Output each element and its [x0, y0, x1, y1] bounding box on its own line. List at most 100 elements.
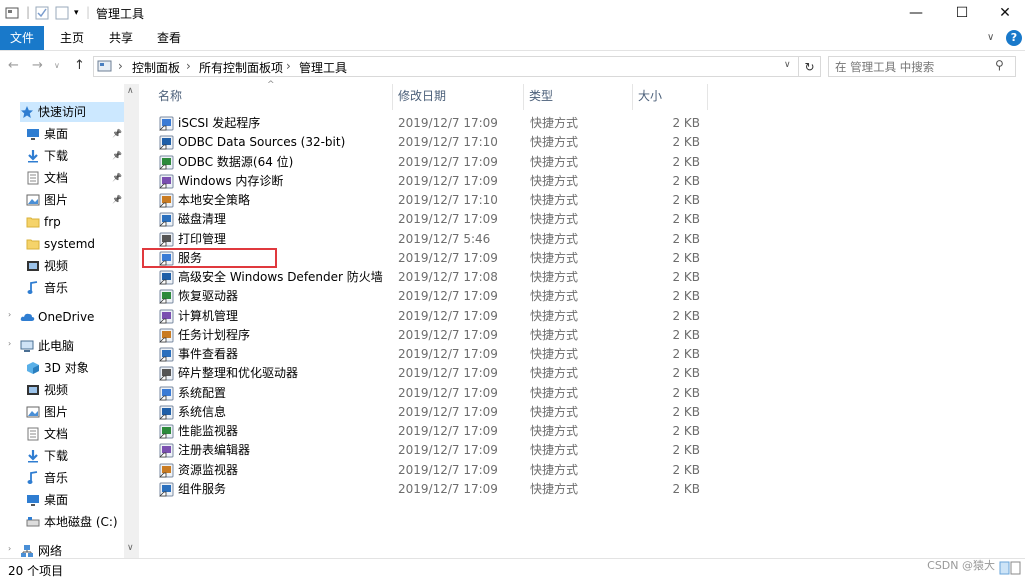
- file-name: 碎片整理和优化驱动器: [178, 364, 298, 383]
- expand-chevron-icon[interactable]: ›: [8, 310, 11, 319]
- pin-icon[interactable]: 📌: [112, 190, 122, 210]
- scroll-up-icon[interactable]: ∧: [127, 86, 134, 96]
- file-row[interactable]: Windows 内存诊断2019/12/7 17:09快捷方式2 KB: [157, 172, 707, 191]
- file-row[interactable]: 打印管理2019/12/7 5:46快捷方式2 KB: [157, 230, 707, 249]
- pin-icon[interactable]: 📌: [112, 124, 122, 144]
- quick-access-dropdown-icon[interactable]: ▾: [74, 8, 79, 24]
- file-row[interactable]: 本地安全策略2019/12/7 17:10快捷方式2 KB: [157, 191, 707, 210]
- up-arrow-icon[interactable]: ↑: [74, 58, 85, 73]
- file-row[interactable]: 高级安全 Windows Defender 防火墙2019/12/7 17:08…: [157, 268, 707, 287]
- scroll-down-icon[interactable]: ∨: [127, 543, 134, 553]
- navigation-pane: 快速访问桌面📌下载📌文档📌图片📌frpsystemd视频音乐OneDrive此电…: [0, 84, 140, 558]
- pin-icon[interactable]: 📌: [112, 146, 122, 166]
- quick-access-folder-icon[interactable]: [54, 5, 70, 21]
- file-row[interactable]: 磁盘清理2019/12/7 17:09快捷方式2 KB: [157, 210, 707, 229]
- file-row[interactable]: 系统信息2019/12/7 17:09快捷方式2 KB: [157, 403, 707, 422]
- file-size: 2 KB: [635, 191, 700, 210]
- column-divider[interactable]: [523, 84, 524, 110]
- tab-view[interactable]: 查看: [157, 26, 181, 50]
- column-header-name[interactable]: 名称: [158, 84, 182, 110]
- title-bar: | ▾ | 管理工具 — ☐ ✕: [0, 0, 1025, 26]
- breadcrumb-control-panel[interactable]: 控制面板: [132, 59, 180, 76]
- file-type: 快捷方式: [530, 210, 578, 229]
- close-button[interactable]: ✕: [982, 0, 1025, 26]
- address-dropdown-icon[interactable]: ∨: [784, 60, 791, 70]
- file-date: 2019/12/7 17:09: [398, 172, 498, 191]
- iscsi-icon: [159, 116, 174, 131]
- expand-chevron-icon[interactable]: ›: [8, 544, 11, 553]
- file-date: 2019/12/7 17:09: [398, 287, 498, 306]
- ribbon-tabs: 文件 主页 共享 查看 ∨ ?: [0, 26, 1025, 51]
- file-row[interactable]: 任务计划程序2019/12/7 17:09快捷方式2 KB: [157, 326, 707, 345]
- quick-access-properties-icon[interactable]: [4, 5, 20, 21]
- file-row[interactable]: 资源监视器2019/12/7 17:09快捷方式2 KB: [157, 461, 707, 480]
- star-icon: [20, 105, 34, 119]
- quick-access-check-icon[interactable]: [34, 5, 50, 21]
- file-date: 2019/12/7 17:09: [398, 403, 498, 422]
- status-bar: 20 个项目: [0, 558, 1025, 581]
- file-row[interactable]: 注册表编辑器2019/12/7 17:09快捷方式2 KB: [157, 441, 707, 460]
- search-input[interactable]: [835, 59, 985, 74]
- file-date: 2019/12/7 5:46: [398, 230, 490, 249]
- file-row[interactable]: 恢复驱动器2019/12/7 17:09快捷方式2 KB: [157, 287, 707, 306]
- sidebar-item-label: 桌面: [44, 490, 68, 510]
- file-type: 快捷方式: [530, 191, 578, 210]
- recent-locations-chevron-icon[interactable]: ∨: [54, 61, 60, 70]
- file-row[interactable]: 碎片整理和优化驱动器2019/12/7 17:09快捷方式2 KB: [157, 364, 707, 383]
- column-header-date[interactable]: 修改日期: [398, 84, 446, 110]
- help-icon[interactable]: ?: [1006, 30, 1022, 46]
- sidebar-item-label: 下载: [44, 146, 68, 166]
- forward-arrow-icon[interactable]: →: [32, 58, 43, 73]
- search-icon[interactable]: ⚲: [995, 58, 1004, 72]
- file-row[interactable]: 计算机管理2019/12/7 17:09快捷方式2 KB: [157, 307, 707, 326]
- file-row[interactable]: ODBC 数据源(64 位)2019/12/7 17:09快捷方式2 KB: [157, 153, 707, 172]
- file-row[interactable]: 性能监视器2019/12/7 17:09快捷方式2 KB: [157, 422, 707, 441]
- odbc-icon: [159, 135, 174, 150]
- file-size: 2 KB: [635, 307, 700, 326]
- file-date: 2019/12/7 17:09: [398, 422, 498, 441]
- minimize-button[interactable]: —: [893, 0, 939, 26]
- sidebar-item-label: 视频: [44, 256, 68, 276]
- tab-home[interactable]: 主页: [60, 26, 84, 50]
- file-date: 2019/12/7 17:09: [398, 345, 498, 364]
- nav-scrollbar[interactable]: ∧ ∨: [124, 84, 139, 558]
- file-name: ODBC Data Sources (32-bit): [178, 133, 345, 152]
- column-divider[interactable]: [392, 84, 393, 110]
- breadcrumb-admin-tools[interactable]: 管理工具: [299, 59, 347, 76]
- address-bar[interactable]: › 控制面板 › 所有控制面板项 › 管理工具 ∨: [93, 56, 799, 77]
- pin-icon[interactable]: 📌: [112, 168, 122, 188]
- column-divider[interactable]: [632, 84, 633, 110]
- sidebar-item-label: frp: [44, 212, 61, 232]
- expand-chevron-icon[interactable]: ›: [8, 339, 11, 348]
- address-row: ← → ∨ ↑ › 控制面板 › 所有控制面板项 › 管理工具 ∨ ↻ ⚲: [0, 51, 1025, 81]
- tab-share[interactable]: 共享: [109, 26, 133, 50]
- disk-cleanup-icon: [159, 212, 174, 227]
- sidebar-item[interactable]: 快速访问: [20, 102, 125, 122]
- file-row[interactable]: 组件服务2019/12/7 17:09快捷方式2 KB: [157, 480, 707, 499]
- download-icon: [26, 449, 40, 463]
- back-arrow-icon[interactable]: ←: [8, 58, 19, 73]
- view-toggle[interactable]: [999, 560, 1021, 576]
- refresh-button[interactable]: ↻: [799, 56, 821, 77]
- security-policy-icon: [159, 193, 174, 208]
- desktop-icon: [26, 127, 40, 141]
- file-row[interactable]: ODBC Data Sources (32-bit) 2019/12/7 17:1…: [157, 133, 707, 152]
- ribbon-expand-chevron-icon[interactable]: ∨: [987, 26, 994, 50]
- breadcrumb-all-items[interactable]: 所有控制面板项: [199, 59, 283, 76]
- file-row[interactable]: iSCSI 发起程序2019/12/7 17:09快捷方式2 KB: [157, 114, 707, 133]
- tab-file[interactable]: 文件: [0, 26, 44, 50]
- picture-icon: [26, 405, 40, 419]
- column-divider[interactable]: [707, 84, 708, 110]
- file-type: 快捷方式: [530, 133, 578, 152]
- file-type: 快捷方式: [530, 153, 578, 172]
- column-header-type[interactable]: 类型: [529, 84, 553, 110]
- file-row[interactable]: 事件查看器2019/12/7 17:09快捷方式2 KB: [157, 345, 707, 364]
- firewall-icon: [159, 270, 174, 285]
- sidebar-item-label: 视频: [44, 380, 68, 400]
- search-box[interactable]: ⚲: [828, 56, 1016, 77]
- column-header-size[interactable]: 大小: [638, 84, 662, 110]
- maximize-button[interactable]: ☐: [939, 0, 985, 26]
- music-icon: [26, 471, 40, 485]
- file-row[interactable]: 系统配置2019/12/7 17:09快捷方式2 KB: [157, 384, 707, 403]
- file-date: 2019/12/7 17:10: [398, 133, 498, 152]
